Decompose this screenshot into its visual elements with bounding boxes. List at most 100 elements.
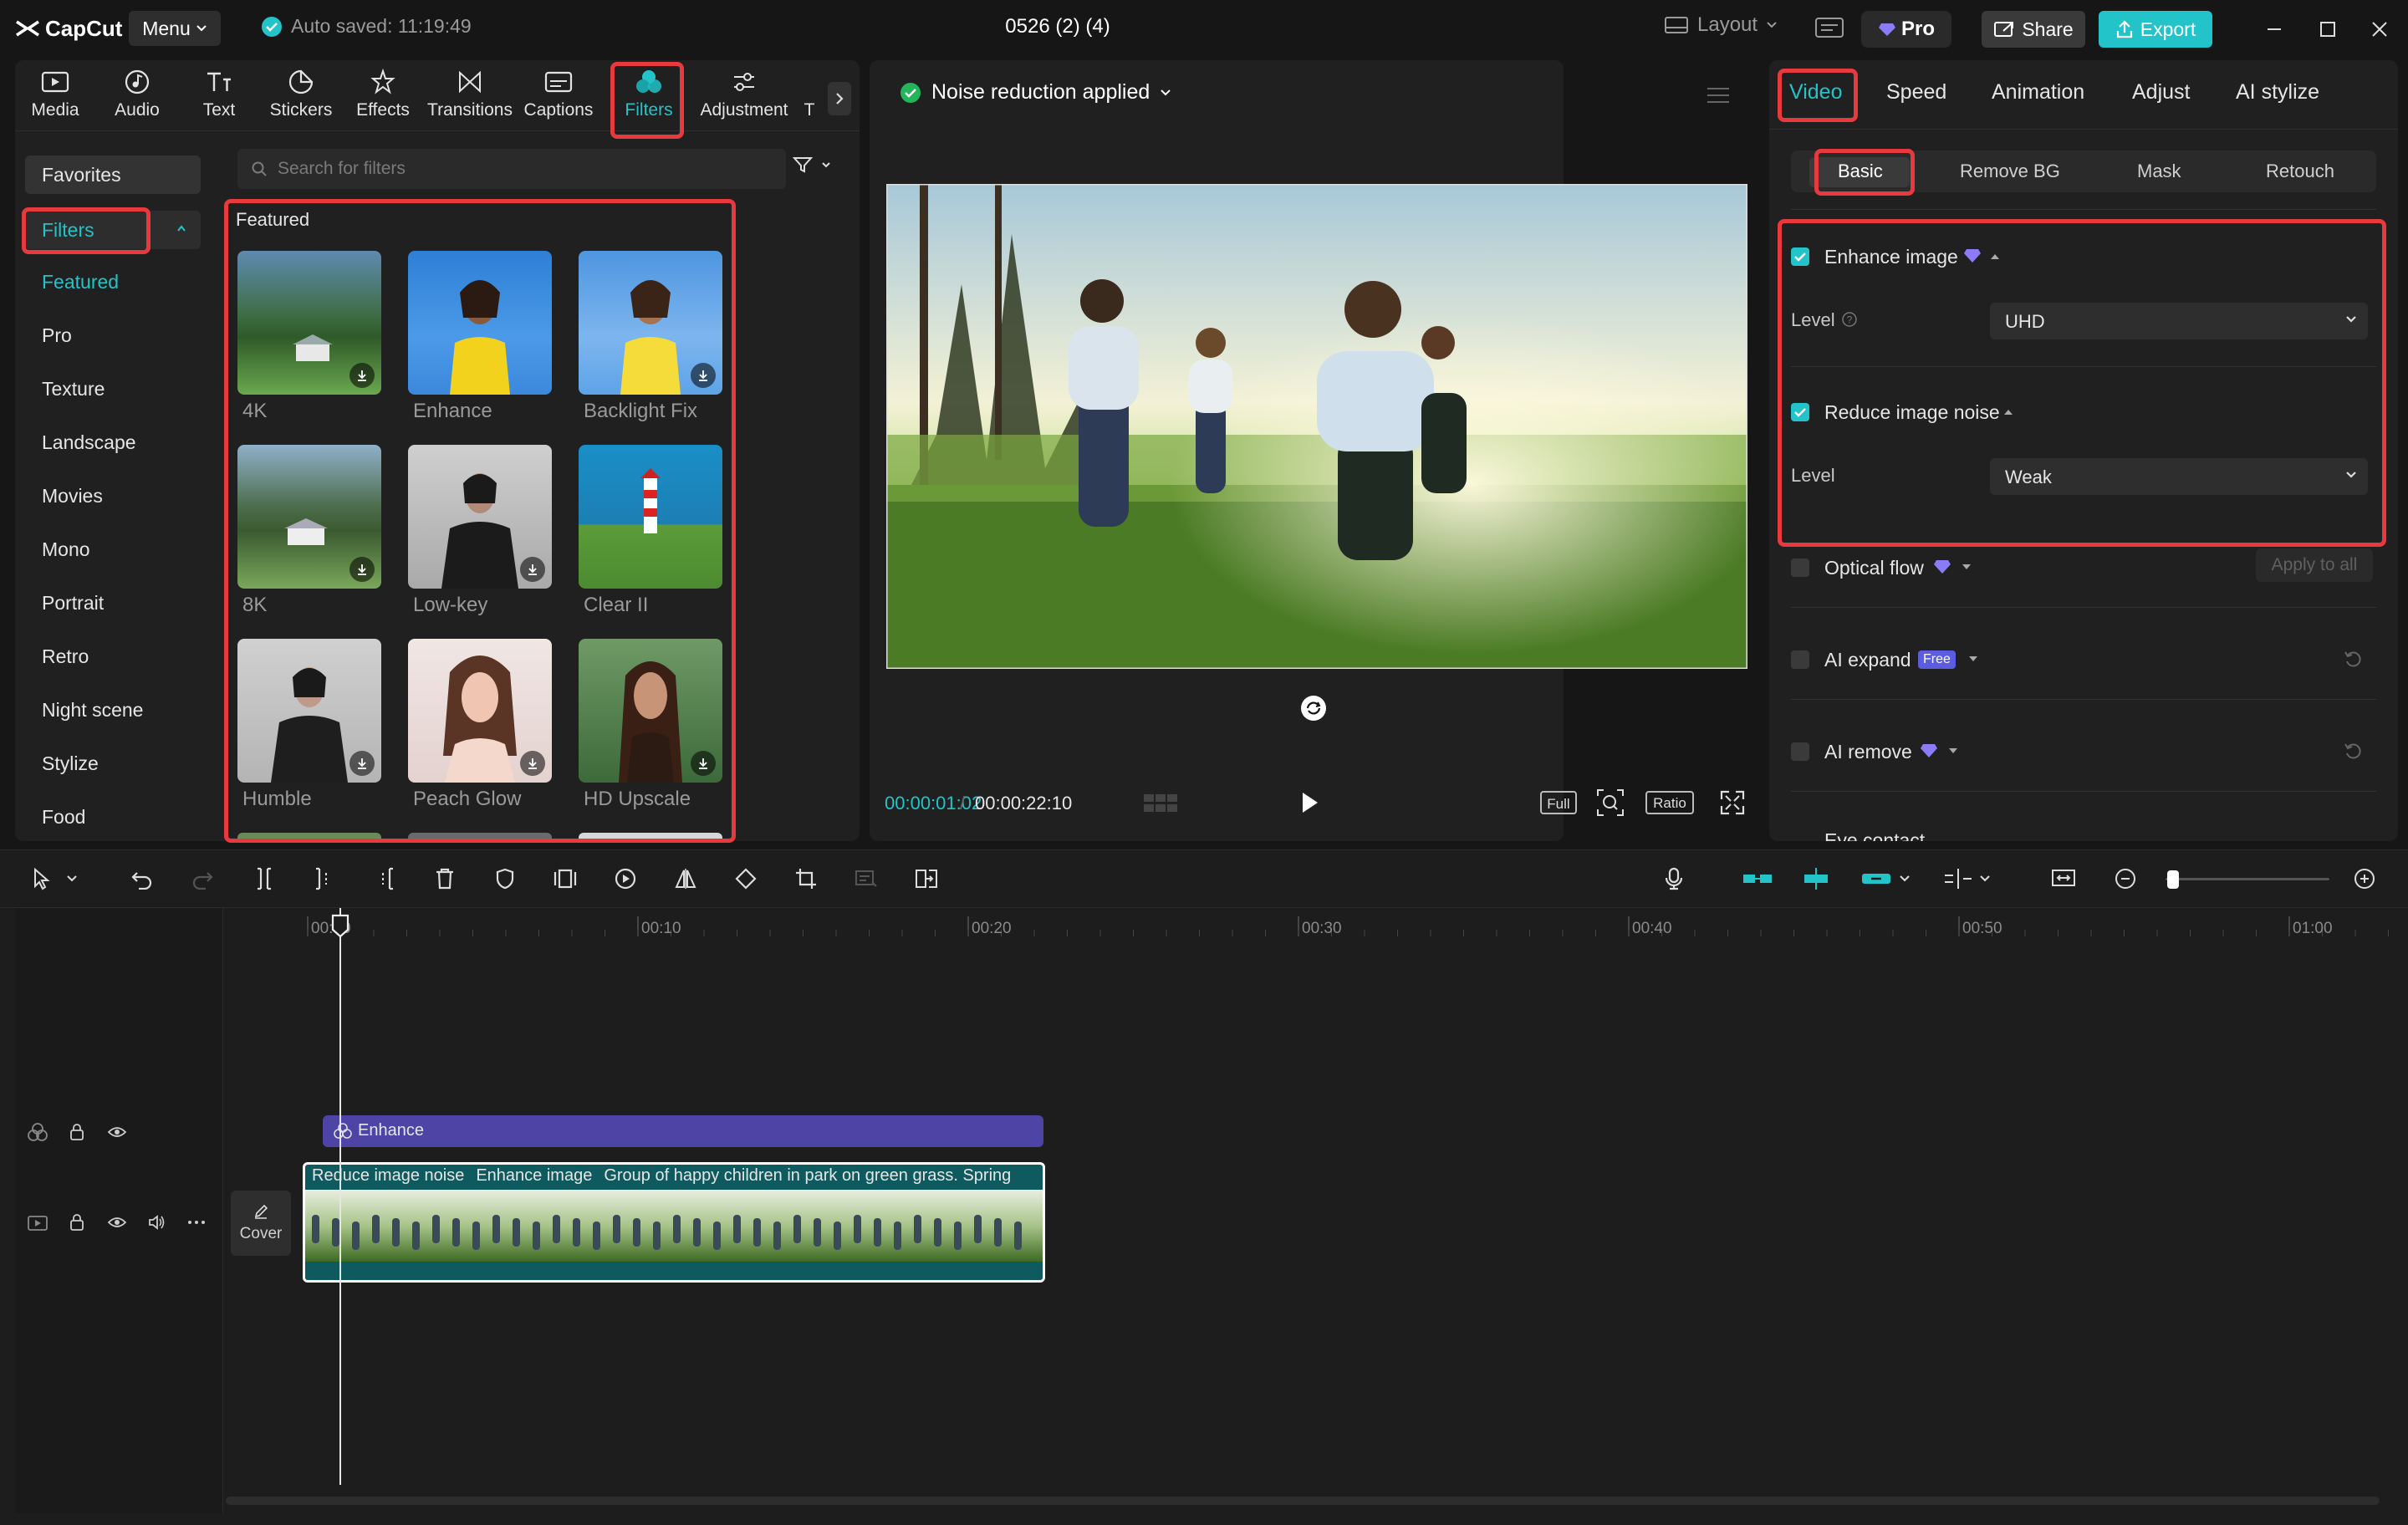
caret-down-icon[interactable] — [1960, 562, 1973, 572]
auto-caption-icon[interactable] — [849, 862, 883, 895]
sidebar-item-texture[interactable]: Texture — [42, 378, 105, 400]
tool-transitions[interactable]: Transitions — [427, 67, 513, 127]
crop-icon[interactable] — [789, 862, 823, 895]
sidebar-item-retro[interactable]: Retro — [42, 645, 89, 668]
eye-icon[interactable] — [107, 1124, 127, 1140]
lock-icon[interactable] — [69, 1122, 85, 1142]
chevron-down-icon[interactable] — [64, 862, 80, 895]
tab-speed[interactable]: Speed — [1886, 80, 1946, 105]
shield-icon[interactable] — [488, 862, 522, 895]
tool-audio[interactable]: Audio — [99, 67, 176, 127]
sidebar-item-pro[interactable]: Pro — [42, 324, 72, 347]
sidebar-item-movies[interactable]: Movies — [42, 485, 103, 507]
lock-icon[interactable] — [69, 1212, 85, 1232]
more-icon[interactable] — [187, 1219, 206, 1226]
timeline[interactable]: 00:00 00:10 00:20 00:30 00:40 00:50 01:0… — [0, 908, 2408, 1525]
enhance-effect-clip[interactable]: Enhance — [323, 1115, 1043, 1147]
microphone-icon[interactable] — [1657, 862, 1691, 895]
playhead[interactable] — [331, 908, 349, 1485]
minimize-icon[interactable] — [2258, 13, 2291, 45]
noise-status-dropdown[interactable]: Noise reduction applied — [900, 80, 1171, 105]
mirror-icon[interactable] — [669, 862, 702, 895]
ai-expand-checkbox[interactable] — [1791, 650, 1809, 669]
select-cursor-icon[interactable] — [25, 862, 59, 895]
full-quality-button[interactable]: Full — [1540, 791, 1577, 814]
share-button[interactable]: Share — [1982, 11, 2085, 48]
rotate-clip-icon[interactable] — [729, 862, 763, 895]
sidebar-favorites[interactable]: Favorites — [25, 156, 201, 194]
reset-icon[interactable] — [2343, 649, 2363, 669]
timeline-scrollbar[interactable] — [226, 1497, 2380, 1505]
tool-truncated[interactable]: T — [793, 67, 826, 127]
replace-clip-icon[interactable] — [910, 862, 943, 895]
timeline-ruler[interactable]: 00:00 00:10 00:20 00:30 00:40 00:50 01:0… — [222, 908, 2396, 941]
caret-down-icon[interactable] — [1967, 654, 1980, 664]
main-track-magnet-icon[interactable] — [1739, 862, 1776, 895]
fullscreen-icon[interactable] — [1719, 789, 1746, 816]
rotate-icon[interactable] — [1299, 694, 1328, 722]
search-input[interactable]: Search for filters — [237, 149, 786, 189]
layout-button[interactable]: Layout — [1664, 13, 1778, 37]
sidebar-item-mono[interactable]: Mono — [42, 538, 90, 561]
preview-axis-icon[interactable] — [1940, 862, 1977, 895]
chevron-down-icon[interactable] — [1977, 862, 1993, 895]
sidebar-item-stylize[interactable]: Stylize — [42, 752, 99, 775]
video-preview[interactable] — [886, 184, 1747, 669]
zoom-out-icon[interactable] — [2109, 862, 2142, 895]
subtab-retouch[interactable]: Retouch — [2266, 161, 2334, 182]
filter-sort-button[interactable] — [793, 156, 831, 174]
ai-remove-checkbox[interactable] — [1791, 742, 1809, 761]
pro-button[interactable]: Pro — [1861, 11, 1951, 48]
zoom-fit-icon[interactable] — [1595, 788, 1625, 818]
tab-adjust[interactable]: Adjust — [2132, 80, 2190, 105]
tab-ai-stylize[interactable]: AI stylize — [2236, 80, 2319, 105]
tool-text[interactable]: Text — [181, 67, 258, 127]
keyboard-shortcuts-icon[interactable] — [1814, 15, 1844, 40]
timeline-fit-icon[interactable] — [2047, 862, 2080, 895]
tool-effects[interactable]: Effects — [344, 67, 421, 127]
trim-right-icon[interactable] — [368, 862, 401, 895]
export-button[interactable]: Export — [2099, 11, 2212, 48]
zoom-slider-track[interactable] — [2166, 878, 2329, 880]
optical-flow-checkbox[interactable] — [1791, 558, 1809, 577]
sidebar-item-night-scene[interactable]: Night scene — [42, 699, 143, 722]
subtab-remove-bg[interactable]: Remove BG — [1960, 161, 2060, 182]
hamburger-icon[interactable] — [1706, 85, 1731, 105]
redo-icon[interactable] — [186, 862, 219, 895]
chevron-down-icon[interactable] — [1896, 862, 1913, 895]
caret-down-icon[interactable] — [1946, 746, 1960, 756]
speed-icon[interactable] — [609, 862, 642, 895]
linkage-icon[interactable] — [1858, 862, 1895, 895]
reset-icon[interactable] — [2343, 741, 2363, 761]
tools-more-button[interactable] — [828, 82, 851, 115]
tool-adjustment[interactable]: Adjustment — [697, 67, 791, 127]
cover-button[interactable]: Cover — [231, 1191, 291, 1256]
maximize-icon[interactable] — [2311, 13, 2344, 45]
menu-button[interactable]: Menu — [129, 11, 221, 46]
trim-left-icon[interactable] — [308, 862, 341, 895]
tool-captions[interactable]: Captions — [520, 67, 597, 127]
tool-media[interactable]: Media — [17, 67, 94, 127]
volume-icon[interactable] — [147, 1214, 167, 1231]
undo-icon[interactable] — [125, 862, 159, 895]
auto-snap-icon[interactable] — [1798, 862, 1834, 895]
zoom-slider-thumb[interactable] — [2167, 870, 2179, 889]
sidebar-item-food[interactable]: Food — [42, 806, 85, 829]
apply-to-all-button[interactable]: Apply to all — [2256, 548, 2373, 582]
sidebar-item-portrait[interactable]: Portrait — [42, 592, 104, 615]
project-title[interactable]: 0526 (2) (4) — [987, 15, 1129, 38]
zoom-in-icon[interactable] — [2348, 862, 2381, 895]
video-clip[interactable]: Reduce image noise Enhance image Group o… — [303, 1162, 1045, 1283]
subtab-mask[interactable]: Mask — [2137, 161, 2181, 182]
freeze-frame-icon[interactable] — [548, 862, 582, 895]
delete-icon[interactable] — [428, 862, 462, 895]
close-icon[interactable] — [2363, 13, 2396, 45]
play-button[interactable] — [1296, 788, 1323, 818]
sidebar-item-landscape[interactable]: Landscape — [42, 431, 136, 454]
grid-view-icon[interactable] — [1142, 791, 1179, 816]
ratio-button[interactable]: Ratio — [1645, 791, 1694, 814]
tool-stickers[interactable]: Stickers — [263, 67, 339, 127]
eye-icon[interactable] — [107, 1214, 127, 1231]
tab-animation[interactable]: Animation — [1992, 80, 2084, 105]
split-icon[interactable] — [247, 862, 281, 895]
